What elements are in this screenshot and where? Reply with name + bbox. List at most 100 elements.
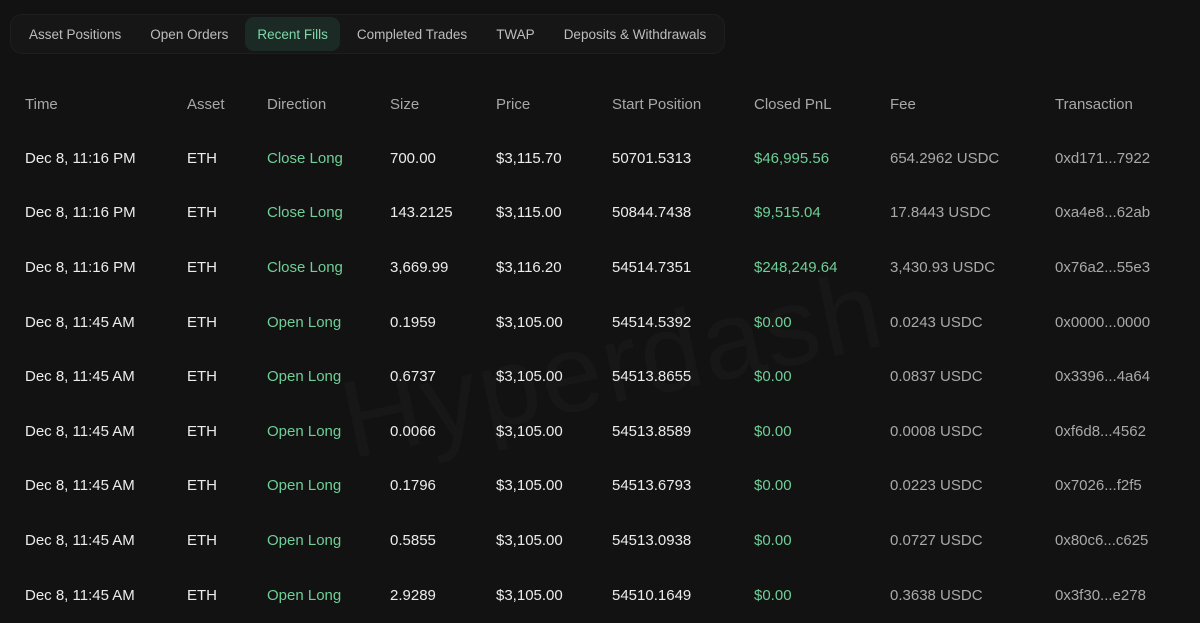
cell-start-position: 50844.7438 bbox=[612, 204, 692, 222]
cell-transaction[interactable]: 0x76a2...55e3 bbox=[1055, 240, 1200, 295]
cell-fee: 0.3638 USDC bbox=[890, 586, 983, 604]
table-row: Dec 8, 11:45 AM ETH Open Long 0.1796 $3,105.… bbox=[0, 459, 1200, 514]
cell-closed-pnl: $0.00 bbox=[754, 422, 792, 440]
cell-price: $3,116.20 bbox=[496, 258, 562, 276]
cell-size: 0.1796 bbox=[390, 477, 436, 495]
cell-fee: 0.0727 USDC bbox=[890, 531, 983, 549]
cell-price: $3,105.00 bbox=[496, 422, 563, 440]
cell-asset: ETH bbox=[187, 477, 217, 495]
cell-direction: Open Long bbox=[267, 477, 342, 495]
cell-price: $3,115.00 bbox=[496, 204, 562, 222]
cell-transaction[interactable]: 0x80c6...c625 bbox=[1055, 513, 1200, 568]
table-row: Dec 8, 11:45 AM ETH Open Long 0.1959 $3,105.… bbox=[0, 295, 1200, 350]
header-direction[interactable]: Direction bbox=[267, 77, 390, 131]
cell-closed-pnl: $248,249.64 bbox=[754, 258, 838, 276]
cell-direction: Open Long bbox=[267, 586, 342, 604]
tab-twap[interactable]: TWAP bbox=[484, 17, 547, 51]
header-start-position[interactable]: Start Position bbox=[612, 77, 754, 131]
cell-asset: ETH bbox=[187, 531, 217, 549]
cell-start-position: 54510.1649 bbox=[612, 586, 692, 604]
cell-time: Dec 8, 11:45 AM bbox=[25, 531, 135, 549]
cell-time: Dec 8, 11:45 AM bbox=[25, 477, 135, 495]
tab-recent-fills[interactable]: Recent Fills bbox=[245, 17, 340, 51]
cell-size: 700.00 bbox=[390, 149, 436, 167]
cell-direction: Open Long bbox=[267, 531, 342, 549]
cell-closed-pnl: $46,995.56 bbox=[754, 149, 830, 167]
cell-price: $3,105.00 bbox=[496, 477, 563, 495]
tab-asset-positions[interactable]: Asset Positions bbox=[17, 17, 133, 51]
cell-size: 0.0066 bbox=[390, 422, 436, 440]
cell-asset: ETH bbox=[187, 149, 217, 167]
cell-time: Dec 8, 11:16 PM bbox=[25, 258, 136, 276]
cell-time: Dec 8, 11:16 PM bbox=[25, 204, 136, 222]
header-size[interactable]: Size bbox=[390, 77, 496, 131]
cell-asset: ETH bbox=[187, 258, 217, 276]
cell-asset: ETH bbox=[187, 586, 217, 604]
cell-start-position: 54513.6793 bbox=[612, 477, 692, 495]
cell-start-position: 54513.8655 bbox=[612, 368, 692, 386]
cell-start-position: 50701.5313 bbox=[612, 149, 692, 167]
cell-size: 143.2125 bbox=[390, 204, 453, 222]
cell-direction: Close Long bbox=[267, 258, 343, 276]
cell-transaction[interactable]: 0x3396...4a64 bbox=[1055, 349, 1200, 404]
cell-price: $3,105.00 bbox=[496, 368, 563, 386]
cell-direction: Open Long bbox=[267, 368, 342, 386]
cell-direction: Open Long bbox=[267, 422, 342, 440]
header-time[interactable]: Time bbox=[0, 77, 187, 131]
table-row: Dec 8, 11:16 PM ETH Close Long 700.00 $3,115… bbox=[0, 131, 1200, 186]
cell-size: 0.6737 bbox=[390, 368, 436, 386]
cell-asset: ETH bbox=[187, 313, 217, 331]
cell-size: 2.9289 bbox=[390, 586, 436, 604]
cell-time: Dec 8, 11:45 AM bbox=[25, 313, 135, 331]
cell-start-position: 54513.8589 bbox=[612, 422, 692, 440]
cell-closed-pnl: $0.00 bbox=[754, 368, 792, 386]
tab-completed-trades[interactable]: Completed Trades bbox=[345, 17, 479, 51]
cell-fee: 0.0243 USDC bbox=[890, 313, 983, 331]
cell-direction: Close Long bbox=[267, 149, 343, 167]
cell-start-position: 54513.0938 bbox=[612, 531, 692, 549]
cell-closed-pnl: $0.00 bbox=[754, 586, 792, 604]
header-transaction[interactable]: Transaction bbox=[1055, 77, 1200, 131]
cell-start-position: 54514.5392 bbox=[612, 313, 692, 331]
cell-price: $3,105.00 bbox=[496, 586, 563, 604]
cell-closed-pnl: $0.00 bbox=[754, 531, 792, 549]
cell-fee: 0.0223 USDC bbox=[890, 477, 983, 495]
cell-direction: Open Long bbox=[267, 313, 342, 331]
header-price[interactable]: Price bbox=[496, 77, 612, 131]
table-row: Dec 8, 11:45 AM ETH Open Long 0.5855 $3,105.… bbox=[0, 513, 1200, 568]
cell-fee: 0.0837 USDC bbox=[890, 368, 983, 386]
cell-transaction[interactable]: 0x0000...0000 bbox=[1055, 295, 1200, 350]
table-row: Dec 8, 11:45 AM ETH Open Long 0.6737 $3,105.… bbox=[0, 349, 1200, 404]
cell-time: Dec 8, 11:16 PM bbox=[25, 149, 136, 167]
cell-transaction[interactable]: 0xa4e8...62ab bbox=[1055, 186, 1200, 241]
cell-transaction[interactable]: 0x7026...f2f5 bbox=[1055, 459, 1200, 514]
cell-size: 0.5855 bbox=[390, 531, 436, 549]
cell-closed-pnl: $9,515.04 bbox=[754, 204, 821, 222]
cell-size: 3,669.99 bbox=[390, 258, 449, 276]
table-row: Dec 8, 11:45 AM ETH Open Long 0.0066 $3,105.… bbox=[0, 404, 1200, 459]
cell-price: $3,105.00 bbox=[496, 531, 563, 549]
header-fee[interactable]: Fee bbox=[890, 77, 1055, 131]
header-asset[interactable]: Asset bbox=[187, 77, 267, 131]
cell-closed-pnl: $0.00 bbox=[754, 477, 792, 495]
cell-transaction[interactable]: 0xd171...7922 bbox=[1055, 131, 1200, 186]
cell-price: $3,115.70 bbox=[496, 149, 562, 167]
cell-time: Dec 8, 11:45 AM bbox=[25, 368, 135, 386]
cell-start-position: 54514.7351 bbox=[612, 258, 692, 276]
cell-price: $3,105.00 bbox=[496, 313, 563, 331]
cell-transaction[interactable]: 0xf6d8...4562 bbox=[1055, 404, 1200, 459]
table-row: Dec 8, 11:16 PM ETH Close Long 143.2125 $3,1… bbox=[0, 186, 1200, 241]
cell-asset: ETH bbox=[187, 204, 217, 222]
cell-asset: ETH bbox=[187, 422, 217, 440]
cell-fee: 17.8443 USDC bbox=[890, 204, 991, 222]
tab-open-orders[interactable]: Open Orders bbox=[138, 17, 240, 51]
table-body: Dec 8, 11:16 PM ETH Close Long 700.00 $3,115… bbox=[0, 131, 1200, 622]
tab-deposits-withdrawals[interactable]: Deposits & Withdrawals bbox=[552, 17, 719, 51]
cell-closed-pnl: $0.00 bbox=[754, 313, 792, 331]
header-closed-pnl[interactable]: Closed PnL bbox=[754, 77, 890, 131]
cell-asset: ETH bbox=[187, 368, 217, 386]
cell-transaction[interactable]: 0x3f30...e278 bbox=[1055, 568, 1200, 623]
table-header-row: Time Asset Direction Size Price Start Po… bbox=[0, 77, 1200, 131]
cell-fee: 654.2962 USDC bbox=[890, 149, 1000, 167]
table-row: Dec 8, 11:16 PM ETH Close Long 3,669.99 $3,1… bbox=[0, 240, 1200, 295]
